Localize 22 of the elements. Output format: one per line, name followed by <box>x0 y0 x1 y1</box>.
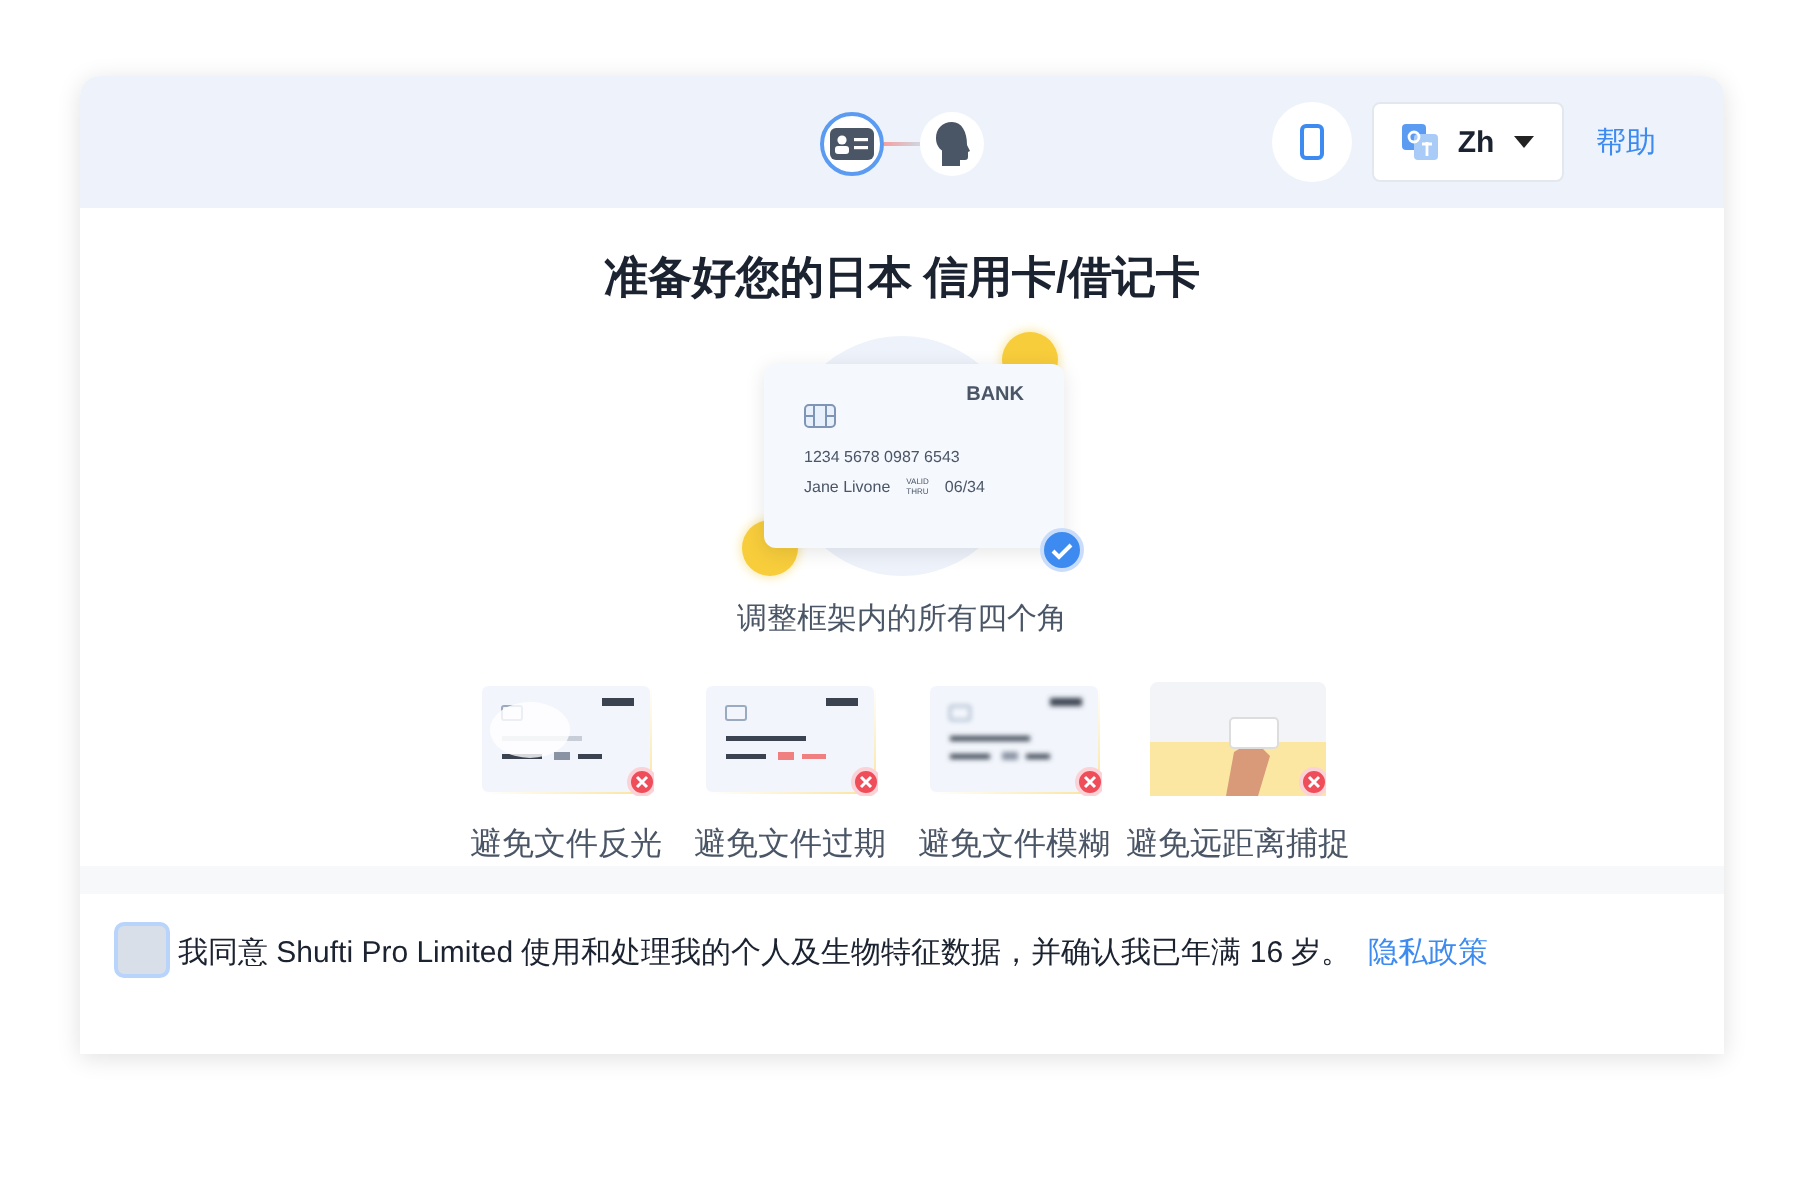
instruction-text: 调整框架内的所有四个角 <box>737 600 1067 638</box>
language-dropdown[interactable]: Zh <box>1372 102 1564 182</box>
example-label: 避免远距离捕捉 <box>1126 825 1350 866</box>
privacy-policy-link[interactable]: 隐私政策 <box>1367 936 1488 970</box>
cardholder-name: Jane Livone <box>804 477 891 495</box>
help-link[interactable]: 帮助 <box>1596 123 1656 161</box>
translate-icon <box>1401 124 1438 160</box>
chip-icon <box>804 404 836 428</box>
page-title: 准备好您的日本 信用卡/借记卡 <box>603 250 1201 306</box>
expiry-date: 06/34 <box>944 477 985 495</box>
example-label: 避免文件模糊 <box>918 825 1110 866</box>
phone-icon <box>1300 124 1324 160</box>
id-card-step-icon[interactable] <box>820 112 884 176</box>
phone-button[interactable] <box>1272 102 1352 182</box>
consent-checkbox[interactable] <box>114 922 170 978</box>
card-number: 1234 5678 0987 6543 <box>804 448 960 466</box>
head-step-icon[interactable] <box>920 112 984 176</box>
example-label: 避免文件反光 <box>470 825 662 866</box>
caret-icon <box>1514 136 1535 148</box>
bank-name: BANK <box>966 384 1024 406</box>
example-label: 避免文件过期 <box>694 825 886 866</box>
consent-text: 我同意 Shufti Pro Limited 使用和处理我的个人及生物特征数据，并确认我已年满 16 岁。 隐私政策 <box>178 934 1488 972</box>
